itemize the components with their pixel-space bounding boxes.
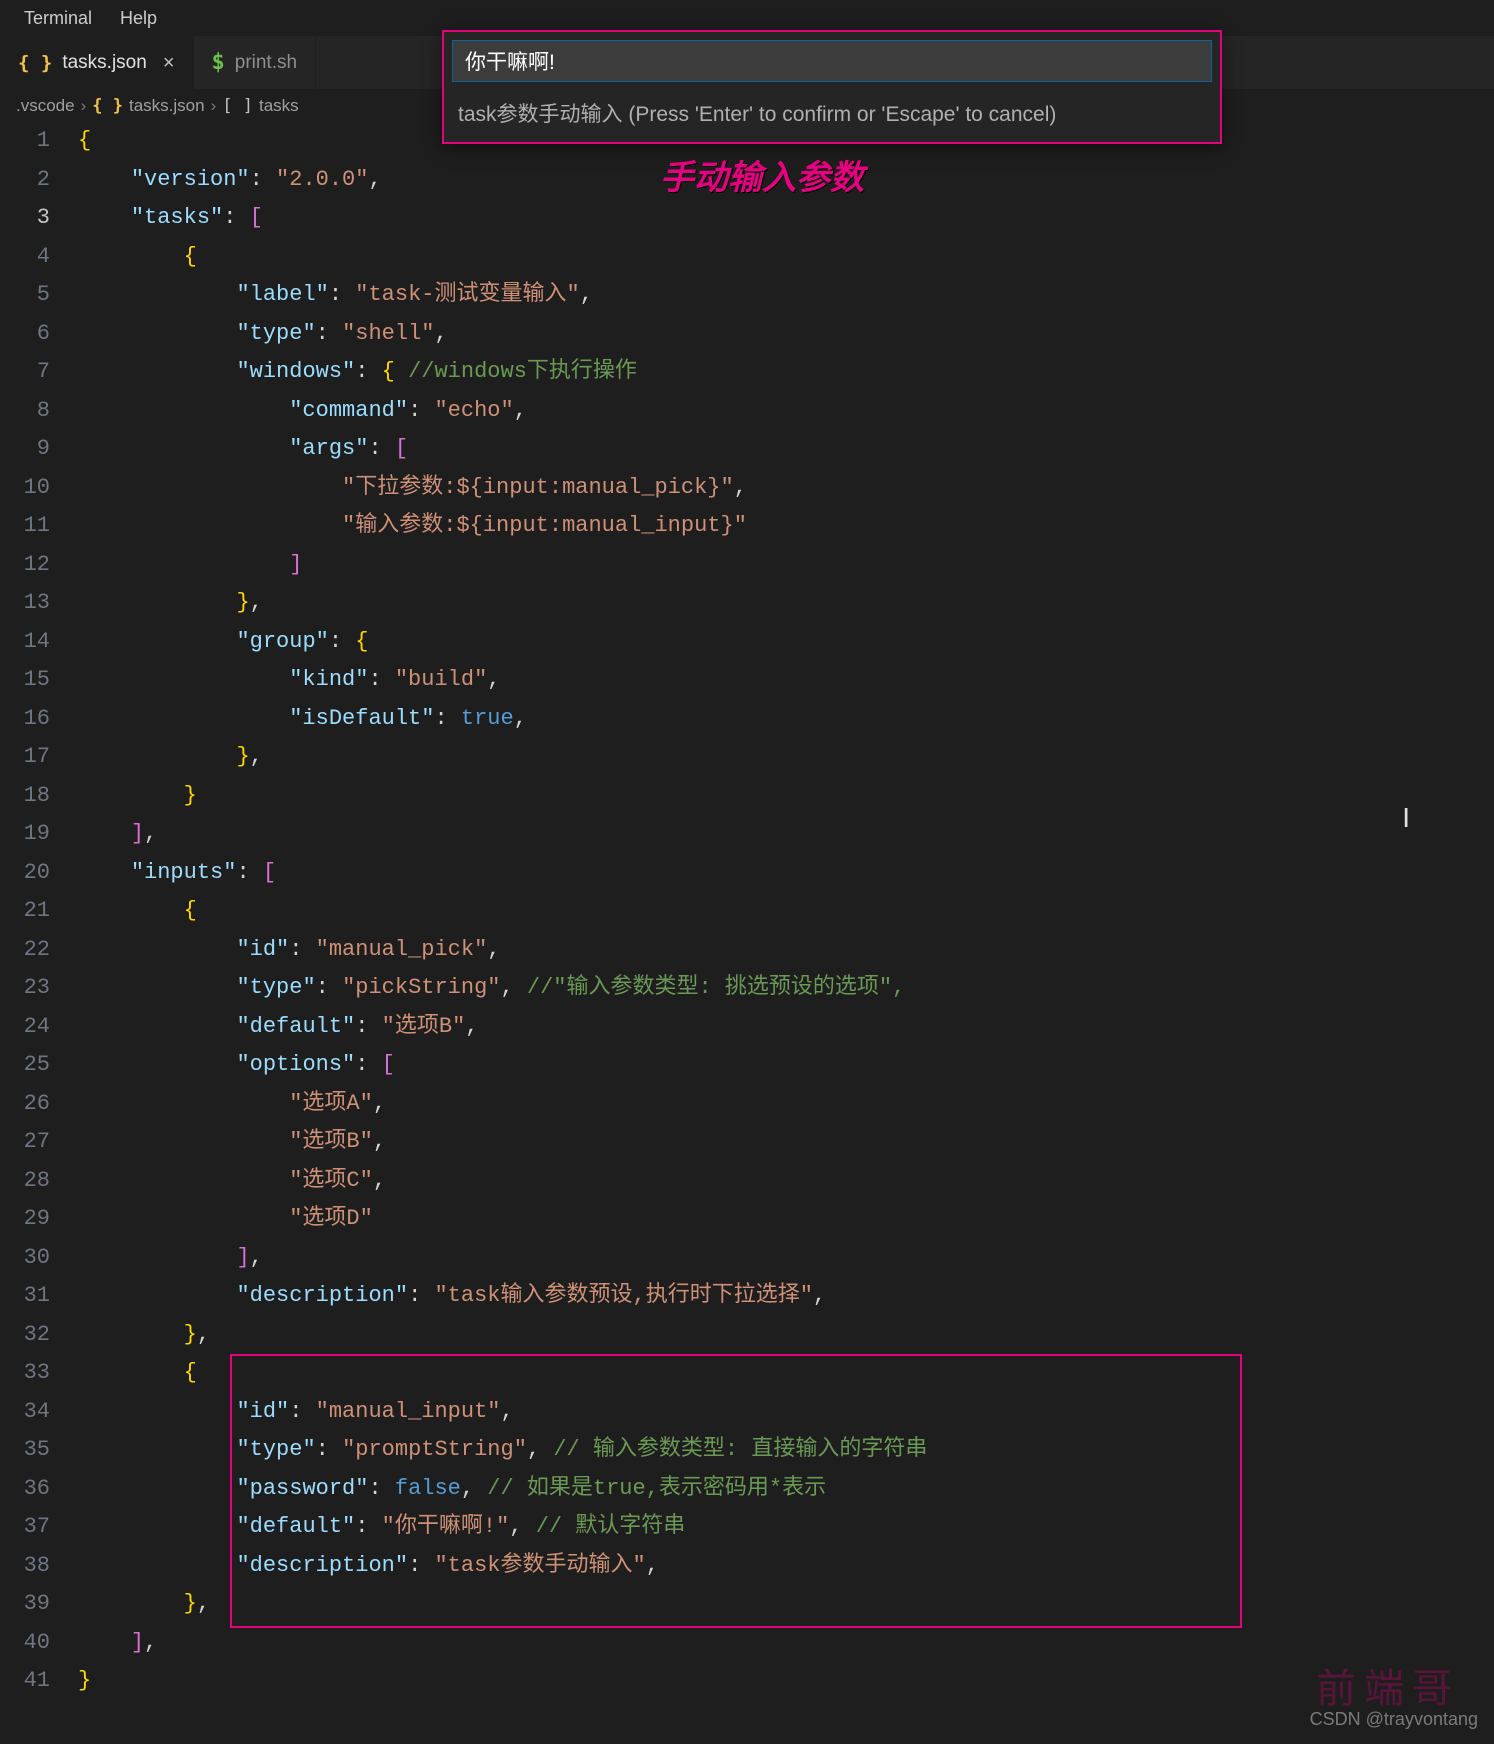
- tab-print-sh[interactable]: $ print.sh: [194, 36, 317, 89]
- breadcrumb-segment[interactable]: .vscode: [16, 96, 75, 116]
- watermark-csdn: CSDN @trayvontang: [1310, 1709, 1478, 1730]
- menu-help[interactable]: Help: [106, 4, 171, 33]
- task-input-hint: task参数手动输入 (Press 'Enter' to confirm or …: [444, 90, 1220, 142]
- breadcrumb-segment[interactable]: tasks: [259, 96, 299, 116]
- tab-label: print.sh: [235, 52, 297, 74]
- breadcrumb-segment[interactable]: tasks.json: [129, 96, 205, 116]
- chevron-right-icon: ›: [211, 96, 217, 116]
- task-input-prompt: task参数手动输入 (Press 'Enter' to confirm or …: [442, 30, 1222, 144]
- menu-terminal[interactable]: Terminal: [10, 4, 106, 33]
- close-icon[interactable]: ×: [163, 53, 175, 73]
- json-file-icon: { }: [18, 52, 52, 74]
- chevron-right-icon: ›: [81, 96, 87, 116]
- code-content[interactable]: { "version": "2.0.0", "tasks": [ { "labe…: [78, 122, 1494, 1701]
- json-file-icon: { }: [92, 96, 123, 116]
- annotation-label: 手动输入参数: [660, 150, 864, 199]
- watermark-brand: 前端哥: [1316, 1656, 1460, 1714]
- shell-file-icon: $: [212, 50, 225, 75]
- task-input-field[interactable]: [452, 40, 1212, 82]
- array-icon: [ ]: [222, 96, 253, 116]
- tab-label: tasks.json: [62, 52, 146, 74]
- tab-tasks-json[interactable]: { } tasks.json ×: [0, 36, 194, 89]
- line-number-gutter: 1234567891011121314151617181920212223242…: [0, 122, 78, 1701]
- code-editor[interactable]: 1234567891011121314151617181920212223242…: [0, 122, 1494, 1701]
